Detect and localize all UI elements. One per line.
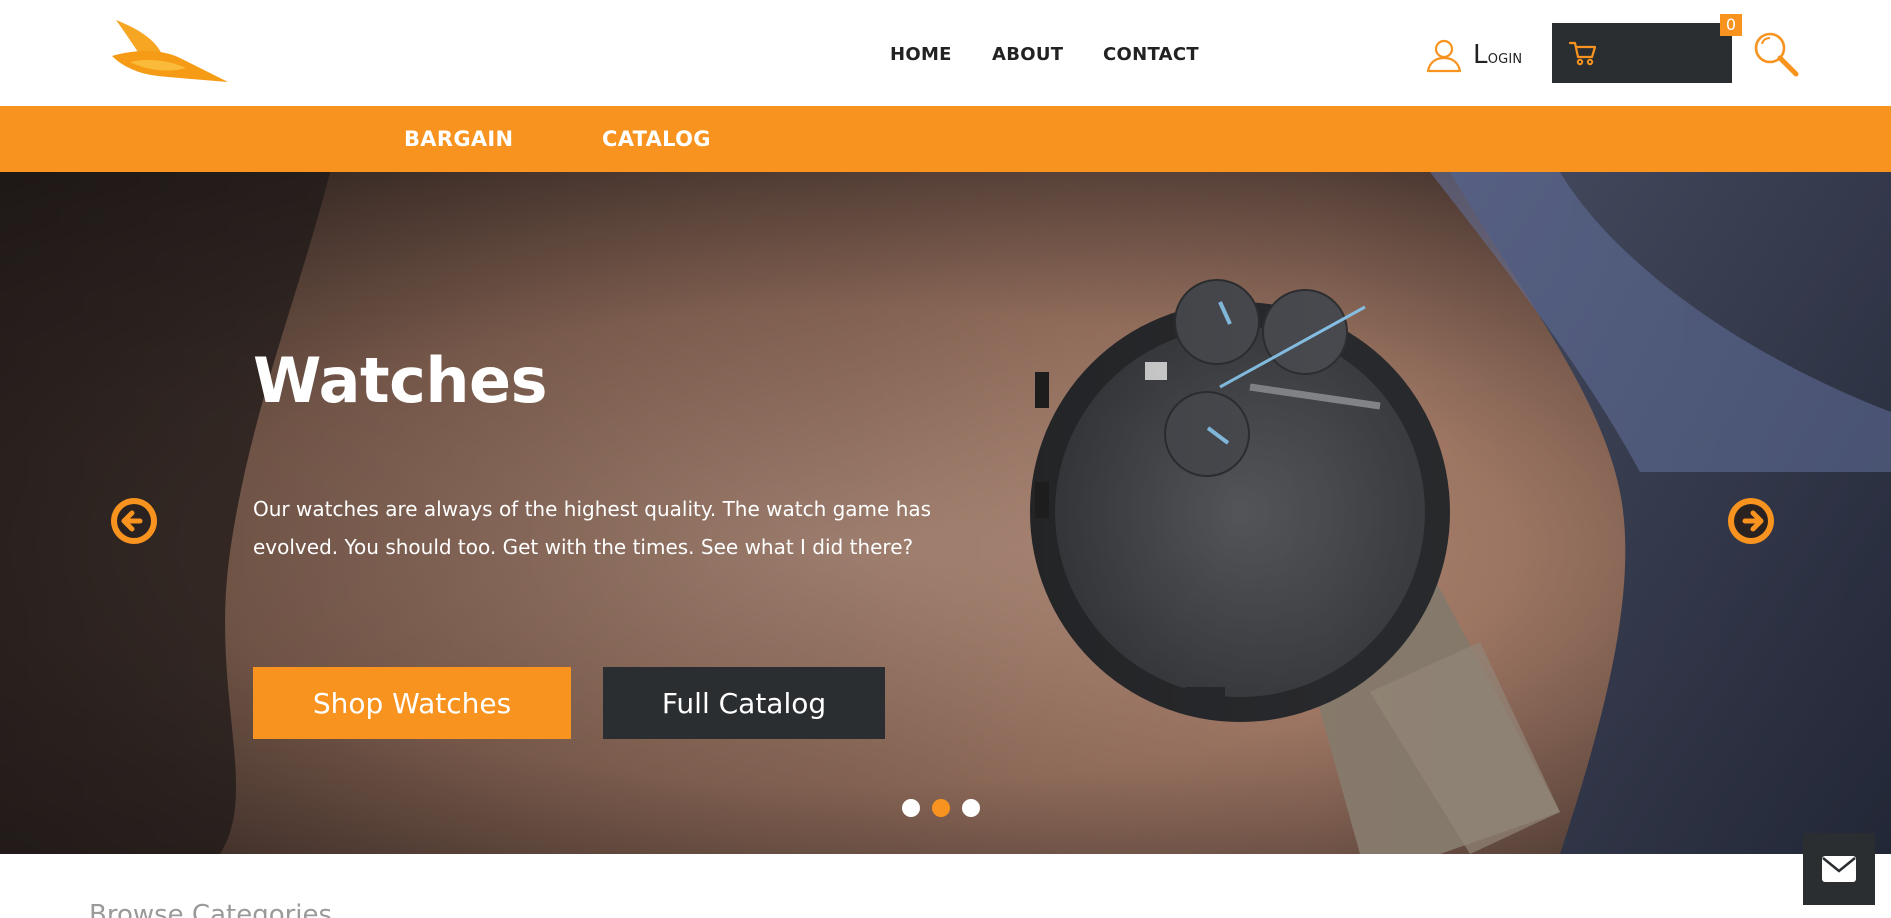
nav-home-link[interactable]: HOME — [890, 44, 952, 65]
login-link[interactable]: Login — [1425, 37, 1522, 73]
search-icon[interactable] — [1752, 30, 1800, 78]
hero-description: Our watches are always of the highest qu… — [253, 497, 932, 559]
shop-watches-button[interactable]: Shop Watches — [253, 667, 571, 739]
arrow-right-circle-icon[interactable] — [1727, 497, 1775, 545]
nav-bargain-link[interactable]: BARGAIN — [404, 127, 513, 151]
carousel-dot-3[interactable] — [962, 799, 980, 817]
category-nav: BARGAIN CATALOG — [0, 106, 1891, 172]
site-header: HOME ABOUT CONTACT Login 0 — [0, 0, 1891, 106]
hero-title: Watches — [253, 344, 548, 417]
cart-count-badge: 0 — [1720, 14, 1742, 36]
arrow-left-circle-icon[interactable] — [110, 497, 158, 545]
full-catalog-button[interactable]: Full Catalog — [603, 667, 885, 739]
envelope-icon — [1822, 856, 1856, 882]
carousel-dot-2[interactable] — [932, 799, 950, 817]
nav-catalog-link[interactable]: CATALOG — [602, 127, 711, 151]
cart-button[interactable] — [1552, 23, 1732, 83]
browse-categories-heading: Browse Categories — [89, 900, 333, 918]
hero-carousel: Watches Our watches are always of the hi… — [0, 172, 1891, 854]
contact-widget-button[interactable] — [1803, 833, 1875, 905]
carousel-dot-1[interactable] — [902, 799, 920, 817]
user-icon — [1426, 39, 1462, 73]
nav-about-link[interactable]: ABOUT — [992, 44, 1063, 65]
login-label: Login — [1473, 40, 1523, 70]
bird-wing-logo[interactable] — [108, 18, 230, 84]
cart-icon — [1569, 41, 1597, 66]
carousel-indicators — [902, 799, 980, 817]
nav-contact-link[interactable]: CONTACT — [1103, 44, 1199, 65]
